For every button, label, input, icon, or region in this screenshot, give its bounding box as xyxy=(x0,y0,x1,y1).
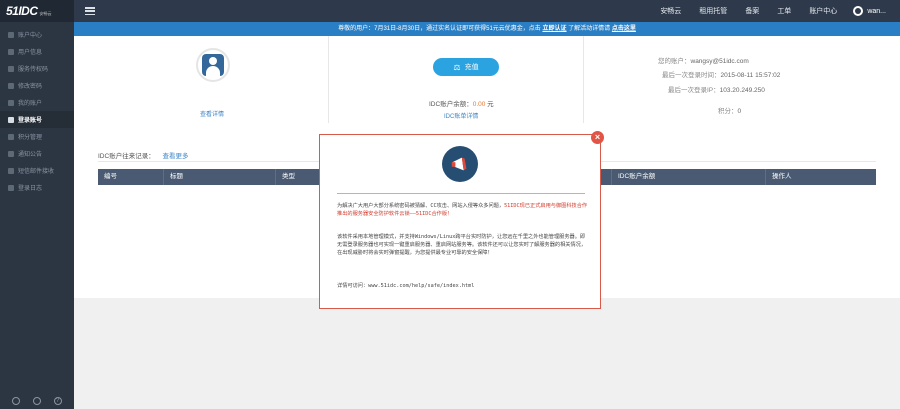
last-login-ip: 最后一次登录IP：103.20.249.250 xyxy=(668,84,765,94)
modal-divider xyxy=(337,193,585,194)
sidebar-item-login-account[interactable]: 登录账号 xyxy=(0,111,74,128)
last-login-time-label: 最后一次登录时间： xyxy=(662,72,721,79)
sidebar-item-label: 我的账户 xyxy=(18,101,43,107)
recharge-label: 充值 xyxy=(464,64,479,71)
verify-now-link[interactable]: 立即认证 xyxy=(542,26,566,32)
mail-icon xyxy=(8,167,14,174)
nav-account-center[interactable]: 账户中心 xyxy=(809,6,837,16)
notice-banner: 尊敬的用户：7月31日-8月30日，通过实名认证即可获得51元云优惠金，点击 立… xyxy=(74,22,900,36)
sidebar-item-label: 修改密码 xyxy=(18,84,43,90)
account-email: 您的账户：wangsy@51idc.com xyxy=(658,55,749,65)
megaphone-icon xyxy=(442,146,478,182)
modal-paragraph-1-text: 为解决广大用户大部分系统密码被猜解、CC攻击、网站入侵等众多问题， xyxy=(337,203,505,209)
bell-icon xyxy=(8,150,14,157)
user-icon xyxy=(8,48,14,55)
lock-icon xyxy=(8,82,14,89)
wallet-card: ⚖ 充值 IDC账户余额：0.00 元 IDC账单详情 xyxy=(329,36,584,123)
key-icon xyxy=(8,65,14,72)
notice-mid-text: 了解活动详情请 xyxy=(568,26,611,32)
view-detail-link[interactable]: 查看详情 xyxy=(200,109,224,118)
balance-unit: 元 xyxy=(487,101,494,108)
sidebar-item-account-center[interactable]: 账户中心 xyxy=(0,26,74,43)
logo-subtitle: 安畅云 xyxy=(39,11,52,16)
records-title: IDC账户往来记录： xyxy=(98,153,155,160)
recharge-icon: ⚖ xyxy=(453,62,461,72)
click-here-link[interactable]: 点击这里 xyxy=(612,26,636,32)
balance-value: 0.00 xyxy=(472,101,486,108)
power-icon[interactable] xyxy=(32,397,41,405)
sidebar-item-notices[interactable]: 通知公告 xyxy=(0,145,74,162)
logo-bar: 51IDC 安畅云 xyxy=(0,0,74,22)
sidebar-item-service-code[interactable]: 服务传权码 xyxy=(0,60,74,77)
col-operator: 操作人 xyxy=(772,173,792,180)
profile-avatar xyxy=(196,48,230,82)
wallet-icon xyxy=(8,99,14,106)
sidebar-item-user-info[interactable]: 用户信息 xyxy=(0,43,74,60)
last-login-time: 最后一次登录时间：2015-08-11 15:57:02 xyxy=(662,69,780,79)
top-nav: 安畅云 租用托管 备案 工单 账户中心 wan... xyxy=(642,0,900,22)
account-info-card: 您的账户：wangsy@51idc.com 最后一次登录时间：2015-08-1… xyxy=(584,36,900,123)
menu-toggle-icon[interactable] xyxy=(85,7,95,15)
records-header: IDC账户往来记录： 查看更多 xyxy=(98,150,189,160)
home-icon xyxy=(8,31,14,38)
balance: IDC账户余额：0.00 元 xyxy=(429,98,494,108)
account-email-label: 您的账户： xyxy=(658,58,691,65)
nav-anchang-cloud[interactable]: 安畅云 xyxy=(660,6,681,16)
sidebar-item-label: 账户中心 xyxy=(18,33,43,39)
col-idc-balance: IDC账户余额 xyxy=(612,169,766,185)
sidebar-item-label: 服务传权码 xyxy=(18,67,49,73)
user-avatar-icon xyxy=(853,6,864,16)
recharge-button[interactable]: ⚖ 充值 xyxy=(433,58,499,76)
sidebar-item-label: 登录日志 xyxy=(18,186,43,192)
points-label: 积分： xyxy=(718,108,738,115)
help-icon[interactable]: ? xyxy=(53,397,62,405)
last-login-ip-label: 最后一次登录IP： xyxy=(668,87,720,94)
nav-hosting[interactable]: 租用托管 xyxy=(699,6,727,16)
top-bar: 安畅云 租用托管 备案 工单 账户中心 wan... xyxy=(74,0,900,22)
sidebar-item-label: 通知公告 xyxy=(18,152,43,158)
nav-filing[interactable]: 备案 xyxy=(745,6,759,16)
view-more-link[interactable]: 查看更多 xyxy=(163,153,189,160)
balance-label: IDC账户余额： xyxy=(429,101,473,108)
sidebar-item-label: 积分管理 xyxy=(18,135,43,141)
modal-details-link[interactable]: 详情可访问：www.51idc.com/help/safe/index.html xyxy=(337,282,589,290)
announcement-modal: × 为解决广大用户大部分系统密码被猜解、CC攻击、网站入侵等众多问题，51IDC… xyxy=(319,131,604,309)
col-number: 编号 xyxy=(98,169,164,185)
notice-text: 尊敬的用户：7月31日-8月30日，通过实名认证即可获得51元云优惠金，点击 xyxy=(338,26,541,32)
log-icon xyxy=(8,184,14,191)
sidebar: 51IDC 安畅云 账户中心 用户信息 服务传权码 修改密码 我的账户 登录账号… xyxy=(0,0,74,409)
col-title: 标题 xyxy=(164,169,276,185)
sidebar-footer: ? xyxy=(0,393,74,409)
user-menu[interactable]: wan... xyxy=(853,6,886,16)
sidebar-item-login-log[interactable]: 登录日志 xyxy=(0,179,74,196)
points-value: 0 xyxy=(737,108,742,115)
login-icon xyxy=(8,116,14,123)
sidebar-item-points[interactable]: 积分管理 xyxy=(0,128,74,145)
modal-paragraph-1: 为解决广大用户大部分系统密码被猜解、CC攻击、网站入侵等众多问题，51IDC现已… xyxy=(337,202,589,218)
sidebar-item-change-password[interactable]: 修改密码 xyxy=(0,77,74,94)
sidebar-item-label: 用户信息 xyxy=(18,50,43,56)
sidebar-item-my-account[interactable]: 我的账户 xyxy=(0,94,74,111)
bill-detail-link[interactable]: IDC账单详情 xyxy=(444,111,478,120)
sidebar-item-label: 登录账号 xyxy=(18,118,43,124)
notification-icon[interactable] xyxy=(12,397,21,405)
username: wan... xyxy=(867,7,886,15)
points-icon xyxy=(8,133,14,140)
logo[interactable]: 51IDC xyxy=(6,4,38,18)
sidebar-item-sms-email[interactable]: 短信邮件接收 xyxy=(0,162,74,179)
last-login-time-value: 2015-08-11 15:57:02 xyxy=(720,72,781,79)
user-silhouette-icon xyxy=(202,54,224,76)
points: 积分：0 xyxy=(718,105,741,115)
close-icon[interactable]: × xyxy=(591,131,604,144)
modal-paragraph-2: 该软件采用本地管理模式，并支持Windows/Linux跨平台实时防护，让您远在… xyxy=(337,234,587,256)
account-email-value: wangsy@51idc.com xyxy=(690,58,749,65)
profile-card: 查看详情 xyxy=(74,36,329,123)
last-login-ip-value: 103.20.249.250 xyxy=(719,87,765,94)
sidebar-item-label: 短信邮件接收 xyxy=(18,169,55,175)
nav-tickets[interactable]: 工单 xyxy=(777,6,791,16)
